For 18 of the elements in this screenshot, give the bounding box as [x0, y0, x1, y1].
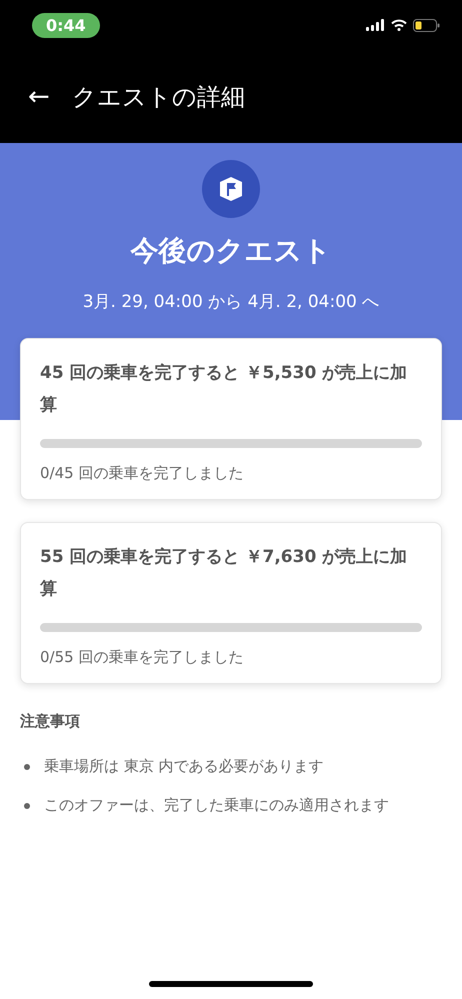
bullet-icon — [24, 803, 30, 809]
notes-title: 注意事項 — [20, 712, 81, 731]
battery-icon — [413, 18, 440, 32]
quest-goal: 45 回の乗車を完了すると ￥5,530 が売上に加算 — [40, 362, 408, 417]
quest-period: 3月. 29, 04:00 から 4月. 2, 04:00 へ — [82, 291, 380, 313]
progress-text: 0/55 回の乗車を完了しました — [40, 648, 244, 667]
hero-title: 今後のクエスト — [130, 233, 332, 269]
signal-icon — [366, 19, 385, 31]
flag-icon — [202, 160, 260, 218]
back-button[interactable]: ← — [24, 82, 54, 112]
note-text: このオファーは、完了した乗車にのみ適用されます — [44, 795, 390, 816]
page-title: クエストの詳細 — [72, 82, 245, 112]
quest-goal: 55 回の乗車を完了すると ￥7,630 が売上に加算 — [40, 546, 408, 601]
wifi-icon — [391, 19, 407, 31]
bullet-icon — [24, 764, 30, 770]
progress-text: 0/45 回の乗車を完了しました — [40, 464, 244, 483]
status-time: 0:44 — [32, 12, 100, 38]
note-text: 乗車場所は 東京 内である必要があります — [44, 756, 325, 777]
